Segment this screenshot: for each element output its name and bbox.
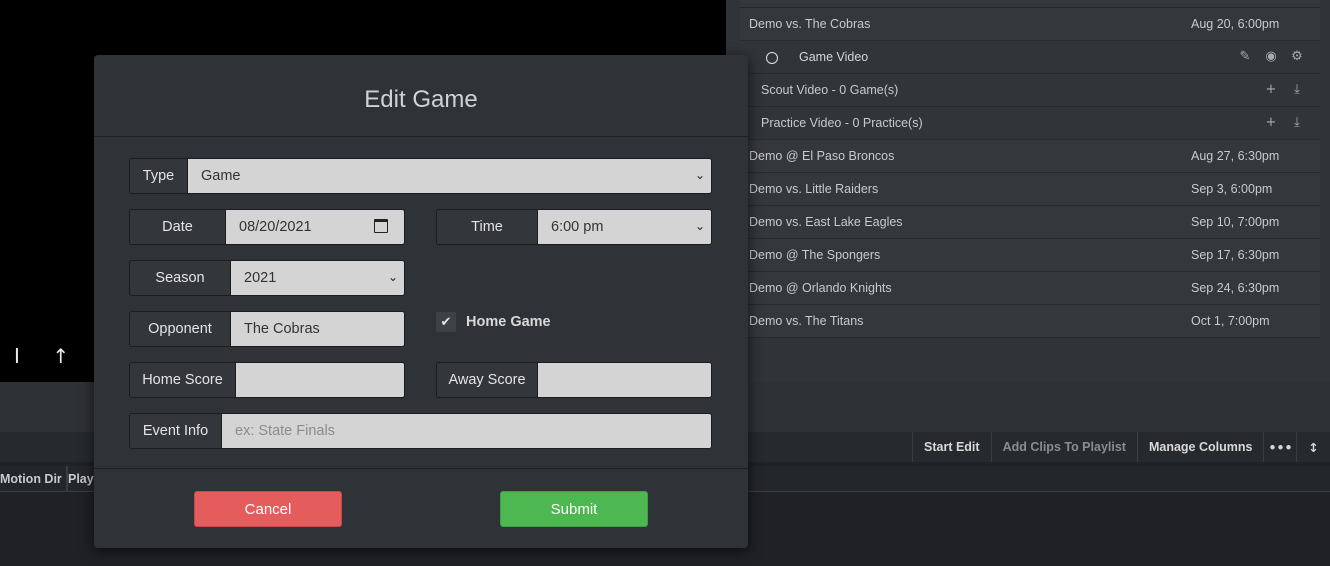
pencil-icon[interactable]: ✎ (1238, 49, 1252, 64)
plus-icon[interactable]: + (1264, 115, 1278, 130)
practice-video-label: Practice Video - 0 Practice(s) (761, 116, 923, 130)
plus-icon[interactable]: + (1264, 82, 1278, 97)
season-label: Season (130, 261, 231, 295)
game-name: Demo vs. East Lake Eagles (749, 215, 903, 229)
game-date: Sep 17, 6:30pm (1191, 248, 1280, 262)
type-label: Type (130, 159, 188, 193)
scout-video-actions: + ⤓ (1264, 82, 1304, 97)
game-date: Aug 20, 6:00pm (1191, 17, 1280, 31)
schedule-game-row[interactable]: Demo vs. East Lake Eagles Sep 10, 7:00pm (740, 206, 1320, 239)
event-info-label: Event Info (130, 414, 222, 448)
schedule-game-row[interactable]: Demo @ El Paso Broncos Aug 27, 6:30pm (740, 140, 1320, 173)
schedule-game-row[interactable]: Demo vs. Little Raiders Sep 3, 6:00pm (740, 173, 1320, 206)
season-select[interactable]: 2021 ⌄ (231, 261, 404, 295)
scout-video-label: Scout Video - 0 Game(s) (761, 83, 899, 97)
more-options-icon[interactable]: ••• (1263, 432, 1297, 462)
type-select[interactable]: Game ⌄ (188, 159, 711, 193)
home-game-label[interactable]: Home Game (466, 312, 551, 332)
game-video-row[interactable]: Game Video ✎ ◉ ⚙ (740, 41, 1320, 74)
game-name: Demo vs. The Cobras (749, 17, 871, 31)
scout-video-row[interactable]: Scout Video - 0 Game(s) + ⤓ (740, 74, 1320, 107)
game-date: Oct 1, 7:00pm (1191, 314, 1270, 328)
direction-marker-icon: I (14, 344, 20, 368)
time-select[interactable]: 6:00 pm ⌄ (538, 210, 711, 244)
time-field: Time 6:00 pm ⌄ (436, 209, 712, 245)
home-game-checkbox[interactable]: ✔ (436, 312, 456, 332)
game-video-actions: ✎ ◉ ⚙ (1238, 49, 1304, 64)
modal-footer-divider (94, 468, 748, 469)
type-value: Game (201, 168, 241, 184)
chevron-down-icon: ⌄ (694, 168, 705, 182)
calendar-icon[interactable] (374, 219, 388, 233)
schedule-list: Demo vs. The Cobras Aug 20, 6:00pm Game … (740, 0, 1320, 338)
cancel-button[interactable]: Cancel (194, 491, 342, 527)
chevron-down-icon: ⌄ (694, 219, 705, 233)
up-arrow-icon: ↑ (52, 344, 70, 368)
date-field: Date 08/20/2021 (129, 209, 405, 245)
home-score-label: Home Score (130, 363, 236, 397)
game-date: Sep 10, 7:00pm (1191, 215, 1280, 229)
game-date: Sep 3, 6:00pm (1191, 182, 1273, 196)
schedule-game-row[interactable]: Demo vs. The Cobras Aug 20, 6:00pm (740, 8, 1320, 41)
add-clips-to-playlist-button[interactable]: Add Clips To Playlist (990, 432, 1137, 462)
away-score-input[interactable] (538, 363, 711, 397)
modal-title: Edit Game (94, 55, 748, 137)
schedule-list-top (740, 0, 1320, 8)
game-date: Aug 27, 6:30pm (1191, 149, 1280, 163)
schedule-game-row[interactable]: Demo vs. The Titans Oct 1, 7:00pm (740, 305, 1320, 338)
date-label: Date (130, 210, 226, 244)
schedule-game-row[interactable]: Demo @ The Spongers Sep 17, 6:30pm (740, 239, 1320, 272)
season-field: Season 2021 ⌄ (129, 260, 405, 296)
opponent-value: The Cobras (244, 321, 320, 337)
game-date: Sep 24, 6:30pm (1191, 281, 1280, 295)
time-value: 6:00 pm (551, 219, 604, 235)
home-score-field: Home Score (129, 362, 405, 398)
away-score-label: Away Score (437, 363, 538, 397)
column-header-motion-dir[interactable]: Motion Dir (0, 466, 68, 492)
submit-button[interactable]: Submit (500, 491, 648, 527)
home-score-input[interactable] (236, 363, 404, 397)
date-input[interactable]: 08/20/2021 (226, 210, 404, 244)
opponent-label: Opponent (130, 312, 231, 346)
gear-icon[interactable]: ⚙ (1290, 49, 1304, 64)
type-field: Type Game ⌄ (129, 158, 712, 194)
date-value: 08/20/2021 (239, 219, 312, 235)
practice-video-row[interactable]: Practice Video - 0 Practice(s) + ⤓ (740, 107, 1320, 140)
edit-game-modal: Edit Game Type Game ⌄ Date 08/20/2021 Ti… (94, 55, 748, 548)
visibility-icon[interactable]: ◉ (1264, 49, 1278, 64)
game-video-label: Game Video (799, 50, 869, 64)
time-label: Time (437, 210, 538, 244)
event-info-field: Event Info ex: State Finals (129, 413, 712, 449)
away-score-field: Away Score (436, 362, 712, 398)
game-name: Demo @ The Spongers (749, 248, 881, 262)
resize-vertical-icon[interactable]: ↕ (1296, 432, 1330, 462)
opponent-input[interactable]: The Cobras (231, 312, 404, 346)
game-name: Demo vs. Little Raiders (749, 182, 879, 196)
start-edit-button[interactable]: Start Edit (912, 432, 991, 462)
clip-toolbar: Start Edit Add Clips To Playlist Manage … (912, 432, 1330, 462)
game-name: Demo @ Orlando Knights (749, 281, 892, 295)
app-root: I ↑ ↑ Demo vs. The Cobras Aug 20, 6:00pm… (0, 0, 1330, 566)
game-name: Demo vs. The Titans (749, 314, 864, 328)
radio-circle-icon[interactable] (766, 52, 778, 64)
practice-video-actions: + ⤓ (1264, 115, 1304, 130)
download-icon[interactable]: ⤓ (1290, 82, 1304, 97)
chevron-down-icon: ⌄ (387, 270, 398, 284)
game-name: Demo @ El Paso Broncos (749, 149, 895, 163)
season-value: 2021 (244, 270, 277, 286)
opponent-field: Opponent The Cobras (129, 311, 405, 347)
event-info-input[interactable]: ex: State Finals (222, 414, 711, 448)
download-icon[interactable]: ⤓ (1290, 115, 1304, 130)
manage-columns-button[interactable]: Manage Columns (1136, 432, 1264, 462)
schedule-game-row[interactable]: Demo @ Orlando Knights Sep 24, 6:30pm (740, 272, 1320, 305)
